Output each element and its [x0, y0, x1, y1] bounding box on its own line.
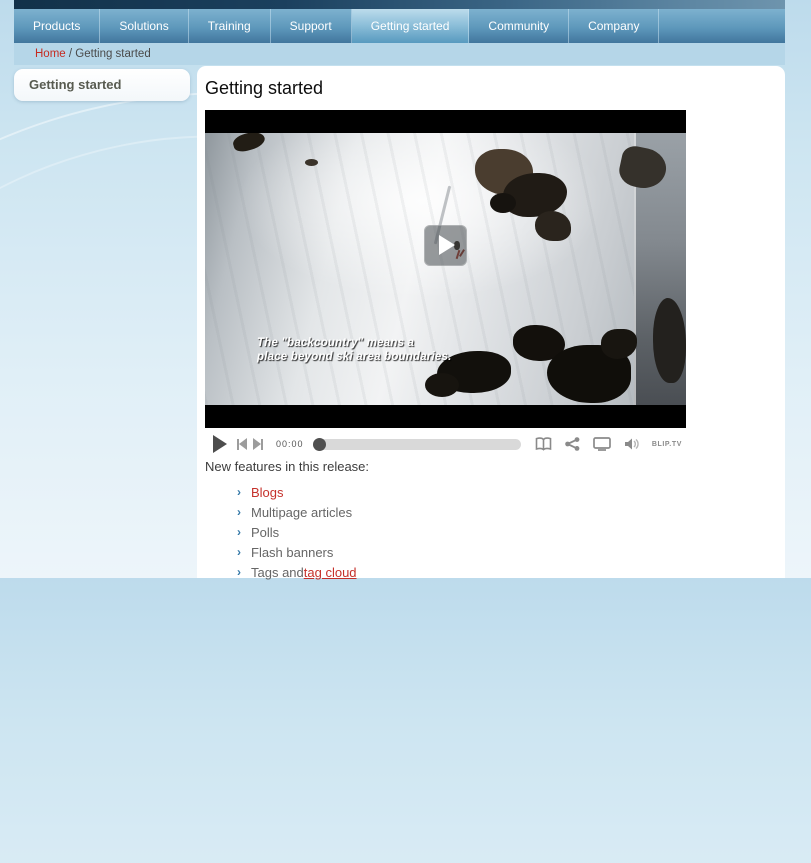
time-display: 00:00: [276, 439, 304, 449]
progress-bar[interactable]: [313, 439, 521, 450]
breadcrumb-current: Getting started: [75, 48, 150, 60]
progress-handle[interactable]: [313, 438, 326, 451]
skip-forward-button[interactable]: [253, 438, 263, 450]
rock: [305, 159, 318, 166]
tab-community[interactable]: Community: [469, 9, 569, 43]
bliptv-logo: BLIP.TV: [652, 441, 682, 448]
bullet-arrow-icon: ›: [237, 525, 241, 539]
feature-label: Polls: [251, 525, 279, 540]
tab-getting-started[interactable]: Getting started: [352, 9, 470, 43]
intro-text: New features in this release:: [205, 459, 369, 474]
breadcrumb-home-link[interactable]: Home: [35, 48, 66, 60]
list-item: › Multipage articles: [237, 502, 357, 522]
video-player[interactable]: The "backcountry" means a place beyond s…: [205, 110, 686, 428]
tab-company[interactable]: Company: [569, 9, 659, 43]
screen-icon[interactable]: [593, 437, 611, 451]
video-controls: 00:00: [205, 433, 686, 455]
bullet-arrow-icon: ›: [237, 485, 241, 499]
rock: [535, 211, 571, 241]
skip-back-button[interactable]: [237, 438, 247, 450]
main-navigation: Products Solutions Training Support Gett…: [14, 9, 785, 43]
tag-cloud-link[interactable]: tag cloud: [304, 565, 357, 580]
book-icon[interactable]: [535, 437, 552, 451]
breadcrumb: Home / Getting started: [14, 43, 785, 65]
list-item: › Blogs: [237, 482, 357, 502]
list-item: › Flash banners: [237, 542, 357, 562]
tab-products[interactable]: Products: [14, 9, 100, 43]
main-content-panel: Getting started The "backcountry" means …: [197, 66, 785, 578]
list-item: › Tags and tag cloud: [237, 562, 357, 582]
feature-label: Multipage articles: [251, 505, 352, 520]
video-frame: The "backcountry" means a place beyond s…: [205, 133, 686, 405]
play-overlay-button[interactable]: [424, 225, 467, 266]
breadcrumb-separator: /: [66, 48, 76, 60]
feature-label: Tags and: [251, 565, 304, 580]
tab-solutions[interactable]: Solutions: [100, 9, 188, 43]
tab-support[interactable]: Support: [271, 9, 352, 43]
player-icon-group: BLIP.TV: [522, 437, 682, 451]
video-subtitle: The "backcountry" means a place beyond s…: [257, 336, 452, 364]
sidebar-item-getting-started[interactable]: Getting started: [14, 69, 190, 101]
rock: [425, 373, 459, 397]
list-item: › Polls: [237, 522, 357, 542]
page-title: Getting started: [205, 78, 323, 99]
header-banner-strip: [14, 0, 785, 9]
feature-label: Flash banners: [251, 545, 333, 560]
play-button[interactable]: [213, 435, 227, 453]
play-icon: [439, 235, 455, 255]
bullet-arrow-icon: ›: [237, 565, 241, 579]
volume-icon[interactable]: [624, 437, 640, 451]
rock: [490, 193, 516, 213]
page: { "nav": { "tabs": [ {"label": "Products…: [0, 0, 811, 578]
feature-list: › Blogs › Multipage articles › Polls › F…: [237, 482, 357, 582]
bullet-arrow-icon: ›: [237, 505, 241, 519]
blogs-link[interactable]: Blogs: [251, 485, 284, 500]
bullet-arrow-icon: ›: [237, 545, 241, 559]
tab-training[interactable]: Training: [189, 9, 271, 43]
share-icon[interactable]: [565, 437, 580, 451]
